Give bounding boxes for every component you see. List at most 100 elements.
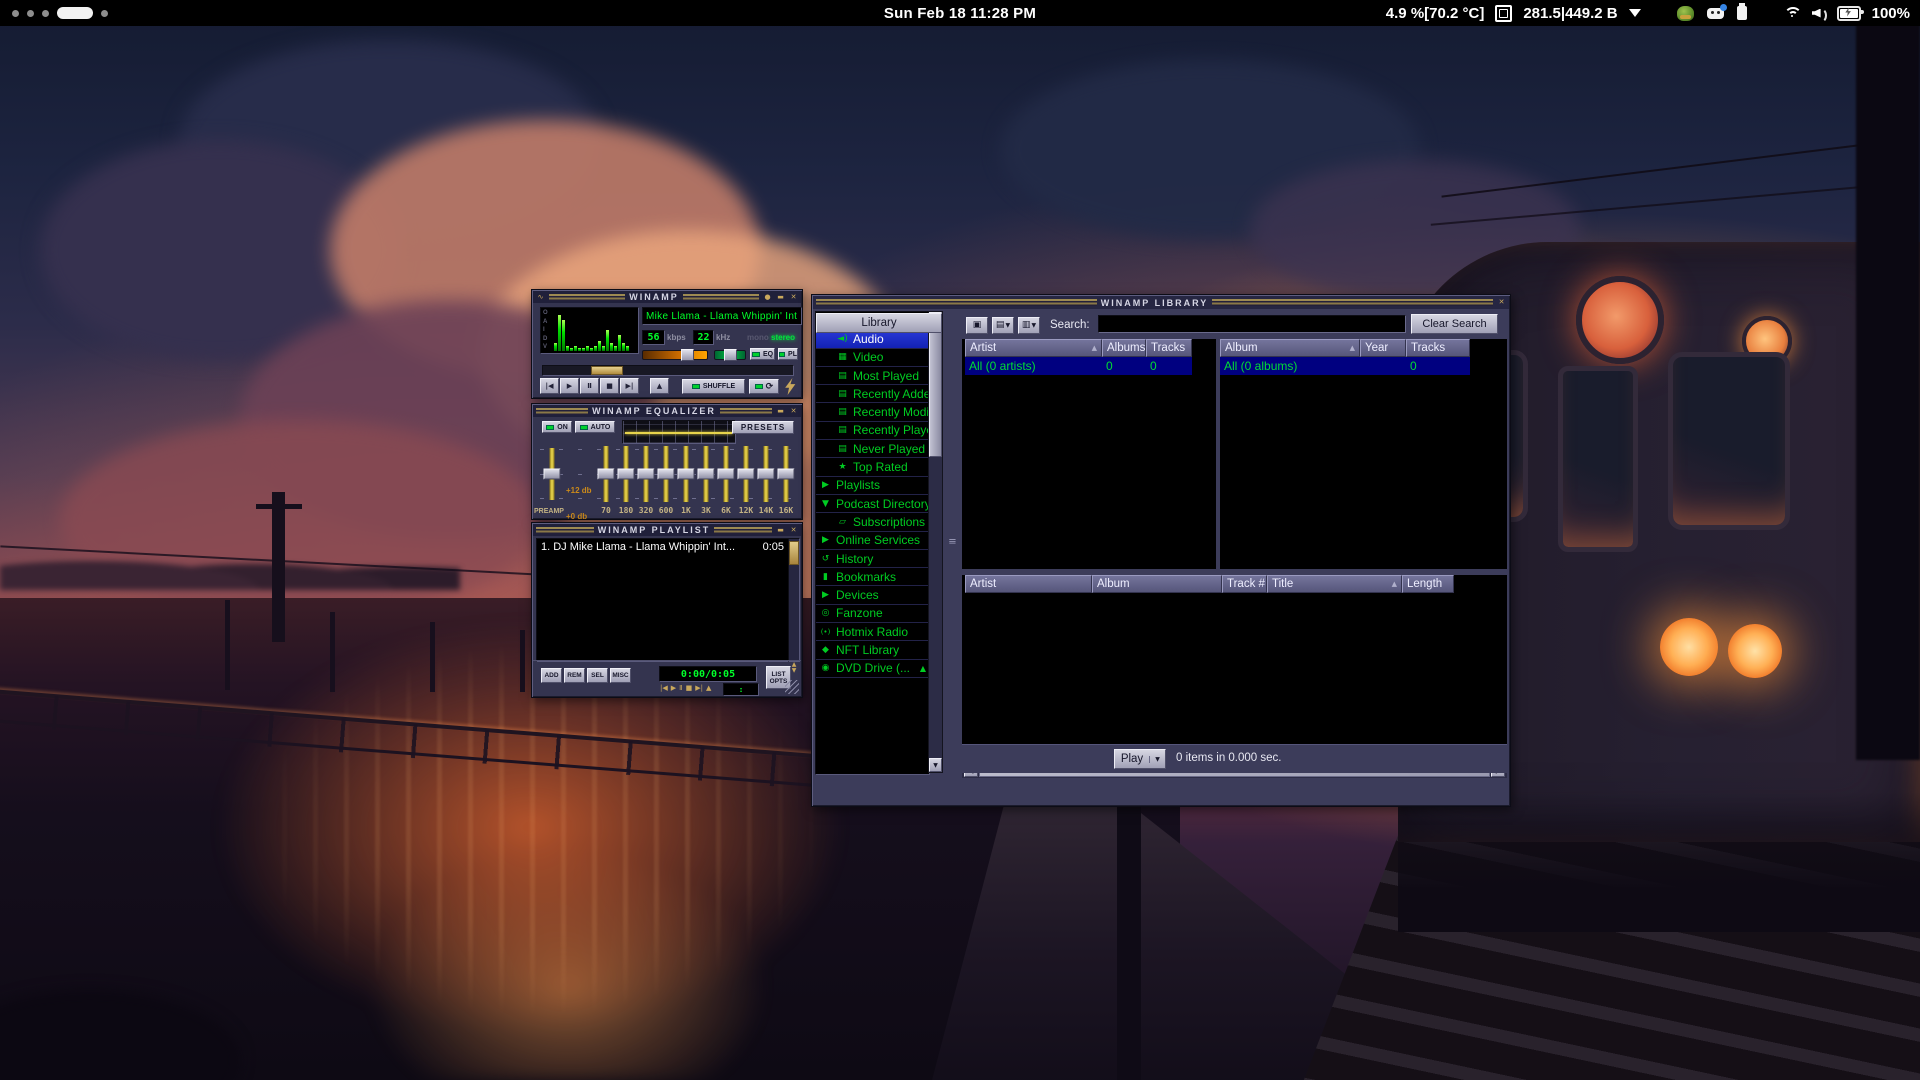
sidebar-item-top-rated[interactable]: ★Top Rated bbox=[816, 458, 929, 476]
column-header-album[interactable]: Album▲ bbox=[1220, 339, 1360, 357]
close-icon[interactable]: ✕ bbox=[789, 293, 798, 302]
slider-handle[interactable] bbox=[718, 469, 735, 480]
eq-band-slider-6k[interactable] bbox=[718, 446, 734, 502]
eject-button[interactable]: ▲ bbox=[650, 378, 669, 394]
eq-band-slider-1k[interactable] bbox=[678, 446, 694, 502]
pl-toggle-button[interactable]: PL bbox=[778, 348, 798, 360]
workspace-indicator[interactable] bbox=[12, 7, 108, 19]
system-tray[interactable]: 4.9 %[70.2 °C] 281.5|449.2 B 100% bbox=[1386, 5, 1910, 22]
scrollbar-thumb[interactable] bbox=[789, 541, 799, 565]
column-header-title[interactable]: Title▲ bbox=[1267, 575, 1402, 593]
sidebar-splitter[interactable]: ≡ bbox=[943, 311, 962, 773]
triangle-down-icon[interactable]: ▼ bbox=[819, 499, 832, 509]
add-button[interactable]: ADD bbox=[541, 668, 562, 683]
slider-handle[interactable] bbox=[598, 469, 615, 480]
sidebar-item-recently-modified[interactable]: ▤Recently Modified bbox=[816, 403, 929, 421]
balance-slider[interactable] bbox=[714, 350, 746, 360]
battery-icon[interactable] bbox=[1837, 6, 1861, 21]
slider-handle[interactable] bbox=[658, 469, 675, 480]
sidebar-item-most-played[interactable]: ▤Most Played bbox=[816, 367, 929, 385]
repeat-button[interactable]: ⟳ bbox=[749, 379, 779, 394]
library-button[interactable]: Library bbox=[816, 313, 942, 333]
volume-handle[interactable] bbox=[681, 349, 694, 361]
slider-handle[interactable] bbox=[638, 469, 655, 480]
workspace-dot[interactable] bbox=[42, 10, 49, 17]
presets-button[interactable]: PRESETS bbox=[732, 421, 794, 434]
sidebar-item-hotmix-radio[interactable]: (•)Hotmix Radio bbox=[816, 623, 929, 641]
album-art-view-button[interactable]: ▣ bbox=[966, 317, 988, 334]
eq-band-slider-12k[interactable] bbox=[738, 446, 754, 502]
eq-band-slider-3k[interactable] bbox=[698, 446, 714, 502]
winamp-playlist-window[interactable]: WINAMP PLAYLIST ▬ ✕ 1. DJ Mike Llama - L… bbox=[531, 522, 803, 698]
sidebar-item-bookmarks[interactable]: ▮Bookmarks bbox=[816, 568, 929, 586]
sidebar-item-dvd-drive[interactable]: ◉DVD Drive (...▲ bbox=[816, 660, 929, 678]
wifi-icon[interactable] bbox=[1784, 7, 1802, 20]
shade-icon[interactable]: ▬ bbox=[776, 293, 785, 302]
next-button[interactable]: ▶| bbox=[620, 378, 639, 394]
eject-icon[interactable]: ▲ bbox=[706, 683, 711, 693]
tracks-pane[interactable]: ArtistAlbumTrack #Title▲Length bbox=[965, 575, 1501, 763]
slider-handle[interactable] bbox=[738, 469, 755, 480]
column-header-albums[interactable]: Albums bbox=[1102, 339, 1146, 357]
eq-toggle-button[interactable]: EQ bbox=[750, 348, 775, 360]
visualizer[interactable]: OAIDV bbox=[540, 307, 639, 354]
triangle-right-icon[interactable]: ▶ bbox=[819, 535, 832, 545]
album-pane[interactable]: Album▲YearTracksAll (0 albums)0 bbox=[1220, 339, 1503, 569]
eq-band-slider-180[interactable] bbox=[618, 446, 634, 502]
sel-button[interactable]: SEL bbox=[587, 668, 608, 683]
sidebar-scrollbar[interactable]: ▲ ▼ bbox=[928, 311, 943, 773]
sidebar-item-audio[interactable]: ◄)Audio bbox=[816, 330, 929, 348]
sidebar-item-playlists[interactable]: ▶Playlists bbox=[816, 477, 929, 495]
previous-button[interactable]: |◀ bbox=[540, 378, 559, 394]
column-header-tracks[interactable]: Tracks bbox=[1406, 339, 1470, 357]
sidebar-item-recently-played[interactable]: ▤Recently Played bbox=[816, 422, 929, 440]
column-header-year[interactable]: Year bbox=[1360, 339, 1406, 357]
misc-button[interactable]: MISC bbox=[610, 668, 631, 683]
previous-icon[interactable]: |◀ bbox=[660, 683, 668, 693]
workspace-dot[interactable] bbox=[101, 10, 108, 17]
eq-band-slider-14k[interactable] bbox=[758, 446, 774, 502]
library-sidebar-list[interactable]: ▼Local Library◄)Audio▦Video▤Most Played▤… bbox=[815, 311, 930, 775]
slider-handle[interactable] bbox=[758, 469, 775, 480]
triangle-right-icon[interactable]: ▶ bbox=[819, 480, 832, 490]
search-input[interactable] bbox=[1098, 315, 1406, 333]
next-icon[interactable]: ▶| bbox=[695, 683, 703, 693]
eq-band-slider-320[interactable] bbox=[638, 446, 654, 502]
winamp-titlebar[interactable]: ∿ WINAMP ● ▬ ✕ bbox=[533, 291, 801, 303]
slider-handle[interactable] bbox=[678, 469, 695, 480]
sidebar-item-fanzone[interactable]: ◎Fanzone bbox=[816, 605, 929, 623]
library-titlebar[interactable]: WINAMP LIBRARY ✕ bbox=[813, 296, 1509, 309]
artist-pane[interactable]: Artist▲AlbumsTracksAll (0 artists)00 bbox=[965, 339, 1216, 569]
play-dropdown-icon[interactable]: ▼ bbox=[1149, 756, 1165, 763]
clutterbar[interactable]: OAIDV bbox=[541, 308, 552, 353]
grid-view-button[interactable]: ▤▼ bbox=[992, 317, 1014, 334]
play-button[interactable]: ▶ bbox=[560, 378, 579, 394]
workspace-dot[interactable] bbox=[12, 10, 19, 17]
eq-band-slider-70[interactable] bbox=[598, 446, 614, 502]
seek-bar[interactable] bbox=[542, 365, 794, 376]
column-header-tracks[interactable]: Tracks bbox=[1146, 339, 1192, 357]
sidebar-item-online-services[interactable]: ▶Online Services bbox=[816, 532, 929, 550]
sidebar-item-devices[interactable]: ▶Devices bbox=[816, 586, 929, 604]
sidebar-item-nft-library[interactable]: ◆NFT Library bbox=[816, 641, 929, 659]
playlist-item[interactable]: 1. DJ Mike Llama - Llama Whippin' Int...… bbox=[537, 539, 788, 555]
clock[interactable]: Sun Feb 18 11:28 PM bbox=[884, 5, 1036, 22]
column-header-track[interactable]: Track # bbox=[1222, 575, 1267, 593]
pause-button[interactable]: Ⅱ bbox=[580, 378, 599, 394]
table-row[interactable]: All (0 artists)00 bbox=[965, 357, 1192, 375]
close-icon[interactable]: ✕ bbox=[789, 407, 798, 416]
stop-button[interactable]: ■ bbox=[600, 378, 619, 394]
eq-band-slider-16k[interactable] bbox=[778, 446, 794, 502]
slider-handle[interactable] bbox=[618, 469, 635, 480]
playlist-tracks[interactable]: 1. DJ Mike Llama - Llama Whippin' Int...… bbox=[536, 538, 789, 662]
eq-auto-button[interactable]: AUTO bbox=[575, 421, 615, 433]
column-view-button[interactable]: ▥▼ bbox=[1018, 317, 1040, 334]
play-selection-button[interactable]: Play ▼ bbox=[1114, 749, 1166, 769]
shuffle-button[interactable]: SHUFFLE bbox=[682, 379, 745, 394]
column-header-artist[interactable]: Artist▲ bbox=[965, 339, 1102, 357]
track-title-marquee[interactable]: Mike Llama - Llama Whippin' Int bbox=[642, 307, 802, 325]
resize-grip[interactable] bbox=[785, 680, 799, 694]
equalizer-titlebar[interactable]: WINAMP EQUALIZER ▬ ✕ bbox=[533, 405, 801, 417]
column-header-album[interactable]: Album bbox=[1092, 575, 1222, 593]
minimize-icon[interactable]: ● bbox=[763, 293, 772, 302]
